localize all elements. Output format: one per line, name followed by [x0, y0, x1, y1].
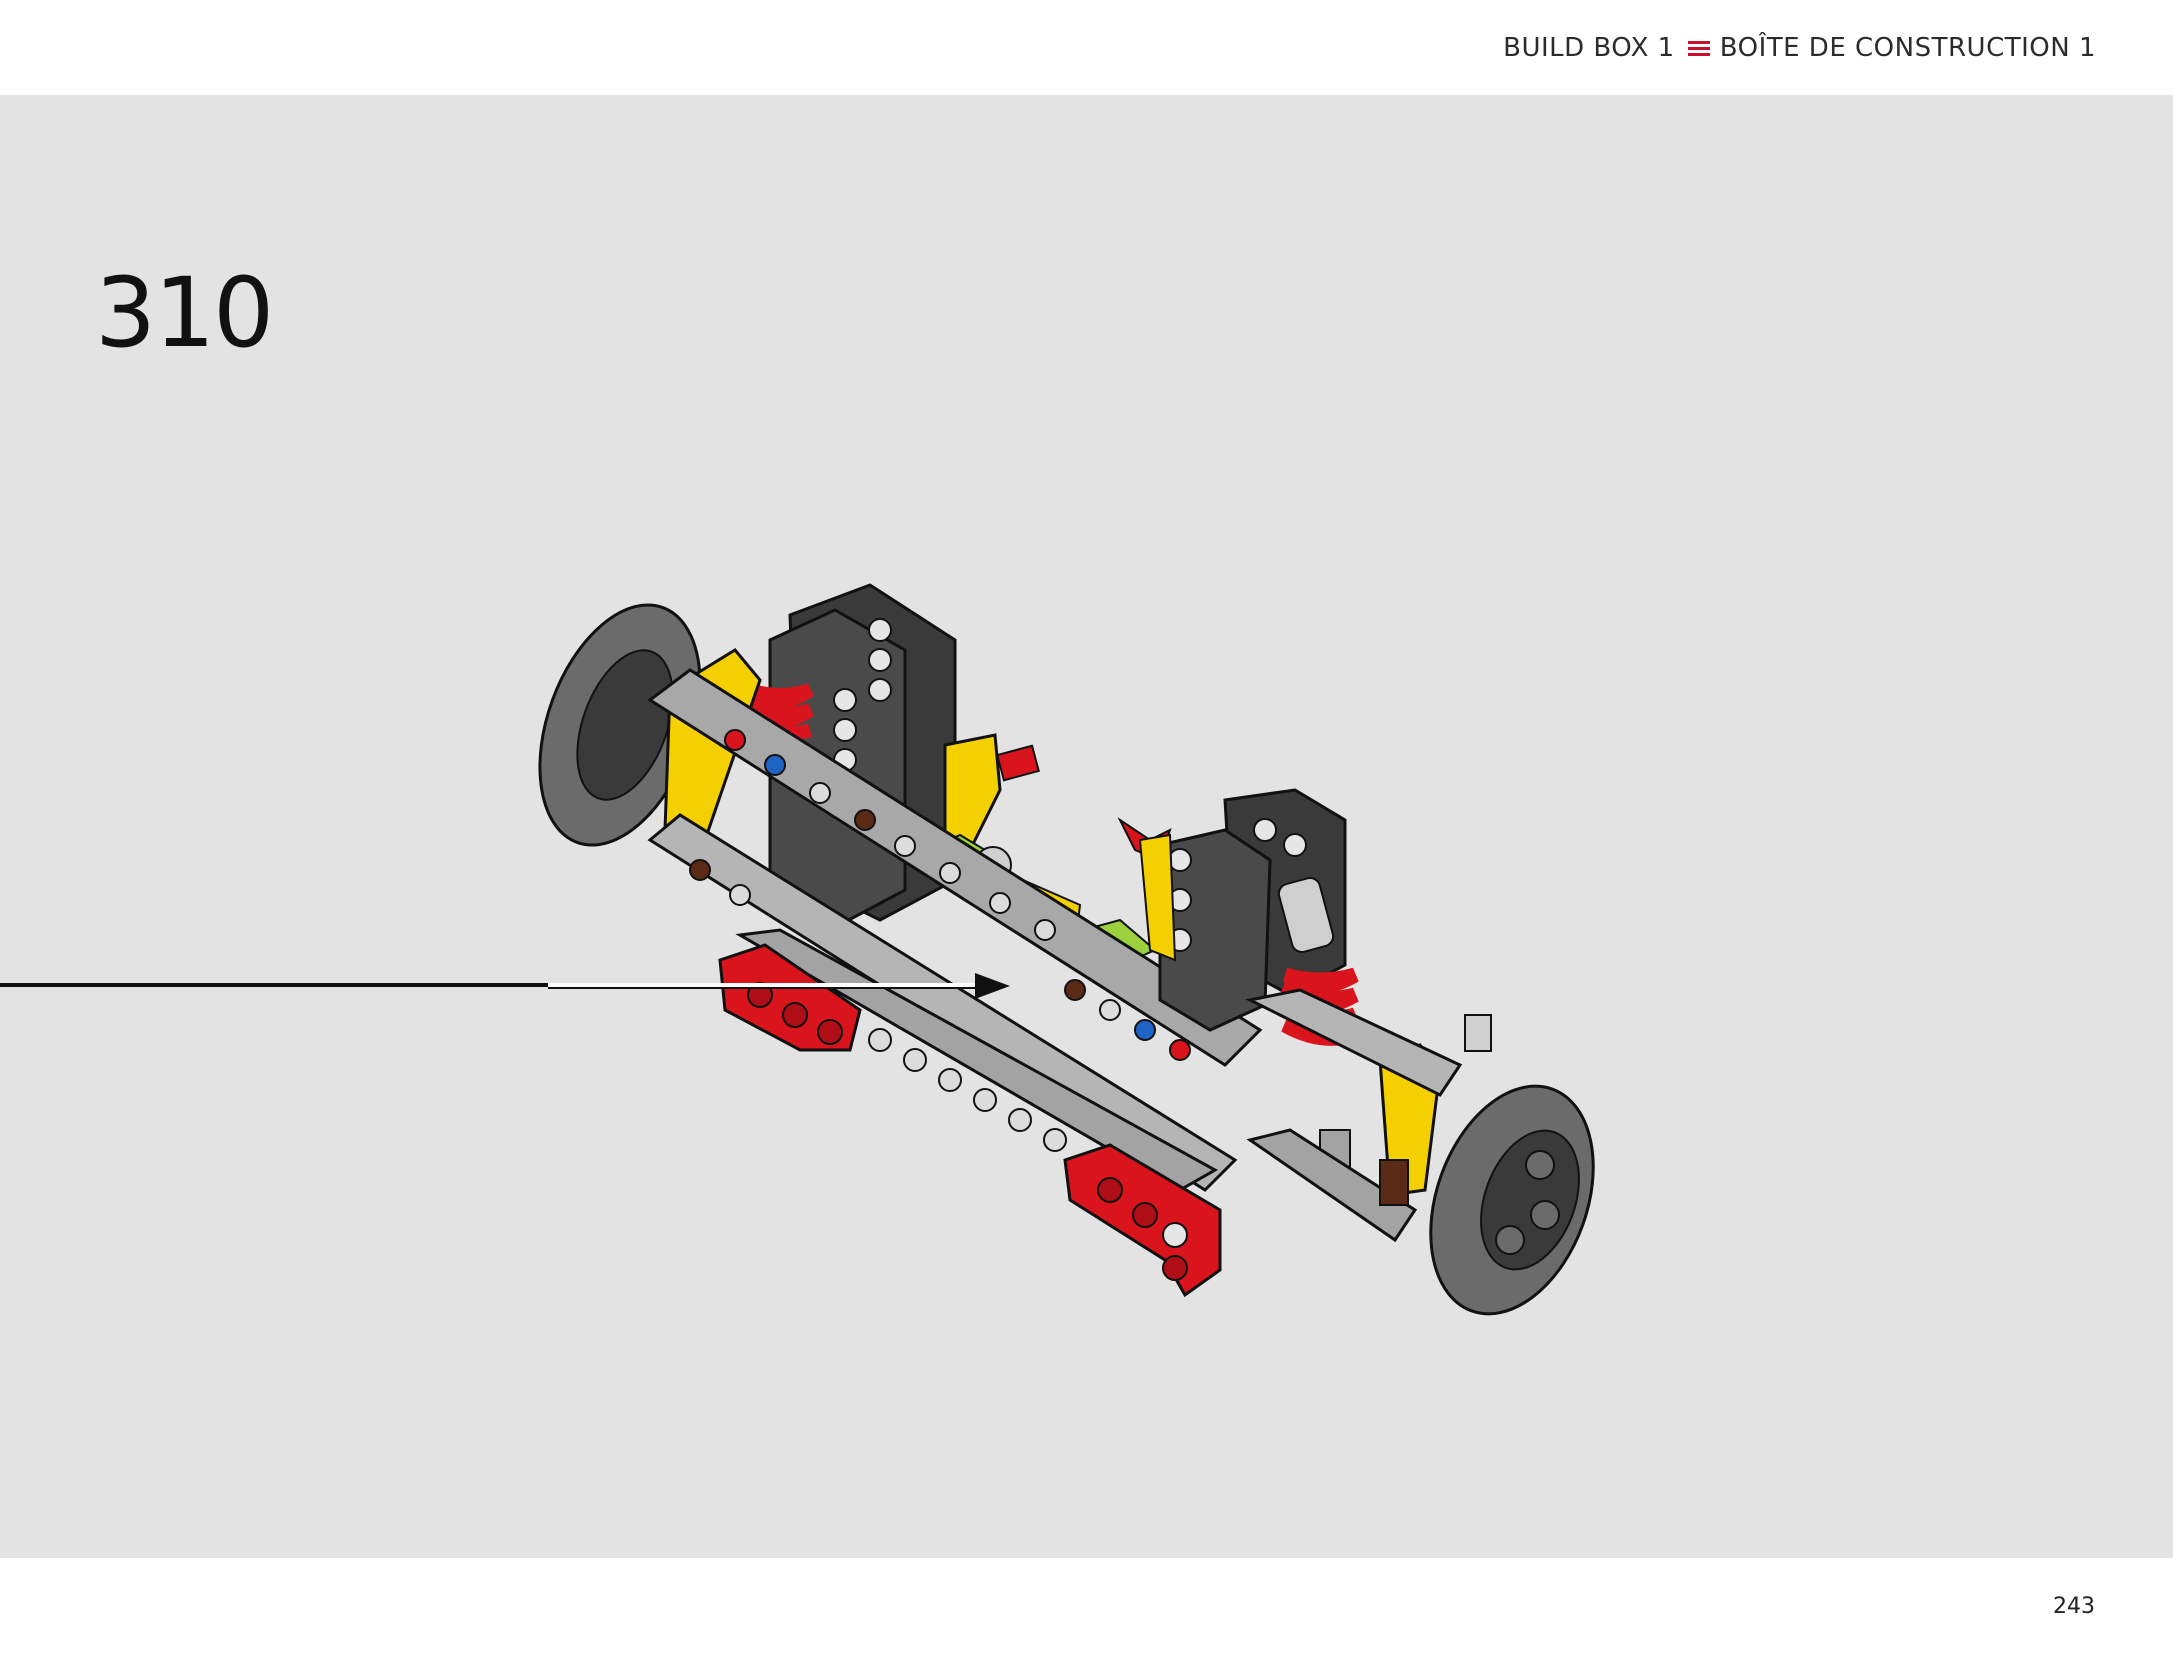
page-footer: 243 [0, 1558, 2173, 1654]
technic-suspension-chassis-illustration [0, 583, 1595, 1316]
page-number: 243 [2053, 1594, 2095, 1619]
instruction-page: BUILD BOX 1 BOÎTE DE CONSTRUCTION 1 310 [0, 0, 2173, 1654]
